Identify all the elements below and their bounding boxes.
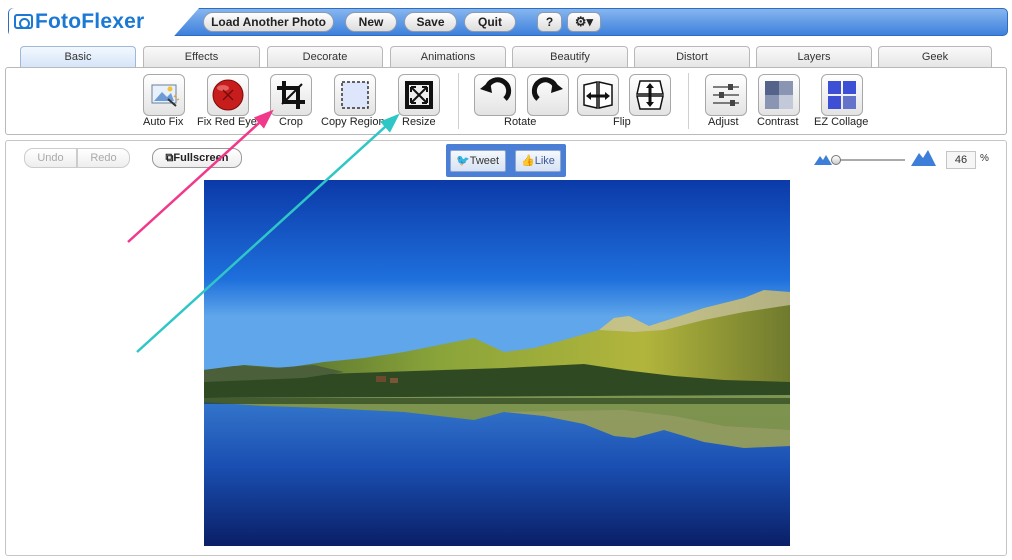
save-button[interactable]: Save	[404, 12, 457, 32]
auto-fix-icon	[151, 84, 180, 107]
flip-label: Flip	[613, 116, 631, 128]
social-share-bar: 🐦Tweet 👍Like	[446, 144, 566, 177]
tab-effects[interactable]: Effects	[143, 46, 260, 67]
tab-decorate[interactable]: Decorate	[267, 46, 383, 67]
tweet-button[interactable]: 🐦Tweet	[450, 150, 506, 172]
photo-canvas[interactable]	[204, 180, 790, 546]
zoom-value-input[interactable]: 46	[946, 151, 976, 169]
zoom-in-mountain-icon[interactable]	[910, 147, 937, 167]
app-logo: FotoFlexer	[14, 10, 144, 34]
rotate-label: Rotate	[504, 116, 537, 128]
load-another-photo-button[interactable]: Load Another Photo	[203, 12, 334, 32]
app-title: FotoFlexer	[35, 10, 145, 33]
zoom-out-mountain-icon[interactable]	[813, 151, 833, 166]
rotate-right-button[interactable]	[527, 74, 569, 116]
tab-basic[interactable]: Basic	[20, 46, 136, 68]
copy-region-label: Copy Region	[321, 116, 385, 128]
flip-vertical-icon	[636, 80, 664, 110]
twitter-bird-icon: 🐦	[456, 155, 470, 167]
rotate-left-button[interactable]	[474, 74, 516, 116]
new-button[interactable]: New	[345, 12, 397, 32]
zoom-unit: %	[980, 153, 989, 164]
tab-layers[interactable]: Layers	[756, 46, 872, 67]
toolbar-divider	[688, 73, 689, 129]
quit-button[interactable]: Quit	[464, 12, 516, 32]
ez-collage-button[interactable]	[821, 74, 863, 116]
settings-button[interactable]: ⚙▾	[567, 12, 601, 32]
contrast-label: Contrast	[757, 116, 799, 128]
collage-icon	[828, 81, 856, 109]
resize-button[interactable]	[398, 74, 440, 116]
auto-fix-button[interactable]	[143, 74, 185, 116]
resize-label: Resize	[402, 116, 436, 128]
copy-region-icon	[341, 81, 369, 109]
flip-horizontal-icon	[583, 81, 613, 109]
red-eye-icon	[212, 79, 244, 111]
zoom-slider-track[interactable]	[835, 159, 905, 161]
fix-red-eye-label: Fix Red Eye	[197, 116, 257, 128]
thumbs-up-icon: 👍	[521, 155, 535, 167]
ez-collage-label: EZ Collage	[814, 116, 869, 128]
resize-icon	[405, 81, 433, 109]
flip-horizontal-button[interactable]	[577, 74, 619, 116]
undo-button[interactable]: Undo	[24, 148, 77, 168]
fullscreen-label: Fullscreen	[173, 152, 229, 164]
contrast-button[interactable]	[758, 74, 800, 116]
camera-icon	[14, 14, 33, 29]
copy-region-button[interactable]	[334, 74, 376, 116]
help-button[interactable]: ?	[537, 12, 562, 32]
adjust-button[interactable]	[705, 74, 747, 116]
landscape-photo	[204, 180, 790, 546]
tab-beautify[interactable]: Beautify	[512, 46, 628, 67]
adjust-label: Adjust	[708, 116, 739, 128]
fullscreen-button[interactable]: ⧉Fullscreen	[152, 148, 242, 168]
flip-vertical-button[interactable]	[629, 74, 671, 116]
gear-icon: ⚙▾	[574, 14, 594, 29]
tweet-label: Tweet	[469, 155, 500, 167]
crop-icon	[277, 81, 305, 109]
rotate-left-icon	[480, 77, 512, 101]
crop-label: Crop	[279, 116, 303, 128]
crop-button[interactable]	[270, 74, 312, 116]
toolbar-divider	[458, 73, 459, 129]
tab-geek[interactable]: Geek	[878, 46, 992, 67]
like-button[interactable]: 👍Like	[515, 150, 561, 172]
contrast-icon	[765, 81, 793, 109]
tab-animations[interactable]: Animations	[390, 46, 506, 67]
rotate-right-icon	[531, 77, 563, 101]
auto-fix-label: Auto Fix	[143, 116, 184, 128]
sliders-icon	[713, 84, 739, 106]
fix-red-eye-button[interactable]	[207, 74, 249, 116]
like-label: Like	[534, 155, 555, 167]
redo-button[interactable]: Redo	[77, 148, 130, 168]
tab-distort[interactable]: Distort	[634, 46, 750, 67]
zoom-slider-handle[interactable]	[831, 155, 841, 165]
